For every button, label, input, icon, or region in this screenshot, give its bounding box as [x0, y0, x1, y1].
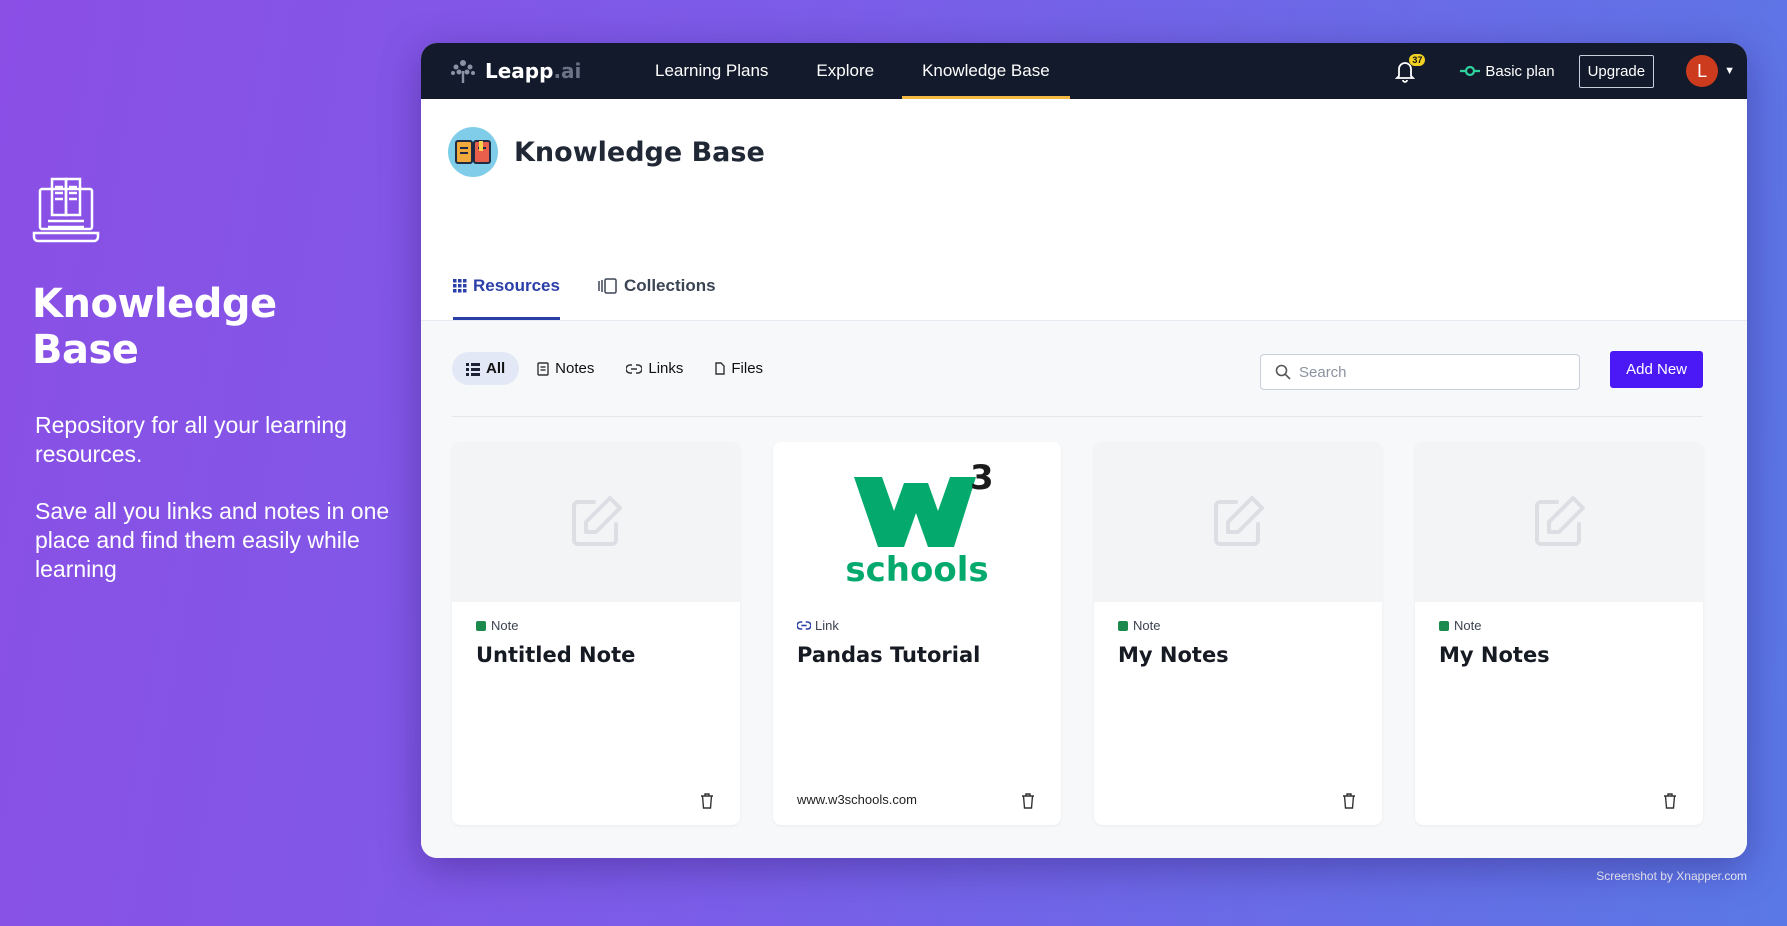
- top-navbar: Leapp.ai Learning Plans Explore Knowledg…: [421, 43, 1747, 99]
- card-type-label: Note: [1454, 618, 1482, 633]
- card-thumbnail: [1415, 442, 1703, 602]
- card-url[interactable]: www.w3schools.com: [797, 792, 917, 807]
- link-type-icon: [797, 621, 811, 630]
- card-body: Link Pandas Tutorial: [773, 602, 1061, 683]
- tab-collections[interactable]: Collections: [598, 276, 716, 320]
- card-title: My Notes: [1118, 643, 1229, 667]
- trash-icon[interactable]: [1663, 793, 1677, 809]
- main-content: All Notes Links Files Search Add New Not…: [421, 321, 1747, 858]
- notification-badge: 37: [1409, 54, 1426, 66]
- list-icon: [466, 362, 480, 376]
- filter-files-label: Files: [731, 360, 764, 377]
- plan-indicator[interactable]: Basic plan: [1459, 62, 1555, 80]
- edit-note-icon: [572, 496, 622, 546]
- card-body: Note Untitled Note: [452, 602, 740, 683]
- link-icon: [626, 363, 643, 374]
- promo-panel: Knowledge Base Repository for all your l…: [32, 175, 392, 584]
- promo-paragraph-1: Repository for all your learning resourc…: [35, 412, 347, 467]
- w3schools-logo: 3 schools: [845, 458, 992, 587]
- resource-card[interactable]: Note Untitled Note: [452, 442, 740, 825]
- upgrade-button[interactable]: Upgrade: [1578, 54, 1655, 88]
- note-type-icon: [476, 620, 486, 631]
- resource-card[interactable]: 3 schools Link Pandas Tutorial www.w3sch…: [773, 442, 1061, 825]
- resource-grid: Note Untitled Note 3 schools Link Pandas…: [452, 442, 1703, 858]
- collections-icon: [598, 278, 617, 294]
- trash-icon[interactable]: [1342, 793, 1356, 809]
- main-nav: Learning Plans Explore Knowledge Base: [635, 43, 1078, 99]
- open-book-icon: [32, 177, 100, 243]
- w3-logo-sup: 3: [970, 458, 992, 498]
- tab-resources-label: Resources: [473, 276, 560, 295]
- note-icon: [537, 361, 549, 376]
- app-window: Leapp.ai Learning Plans Explore Knowledg…: [421, 43, 1747, 858]
- page-title: Knowledge Base: [514, 136, 765, 168]
- card-type-label: Link: [815, 618, 839, 633]
- card-thumbnail: [452, 442, 740, 602]
- search-box[interactable]: [1260, 354, 1580, 390]
- filter-toolbar: All Notes Links Files Search Add New: [452, 321, 1703, 417]
- avatar[interactable]: L: [1686, 55, 1719, 87]
- plan-icon: [1460, 65, 1481, 77]
- plan-label: Basic plan: [1485, 62, 1555, 80]
- search-input[interactable]: [1299, 363, 1559, 381]
- resource-card[interactable]: Note My Notes: [1094, 442, 1382, 825]
- filter-links-label: Links: [648, 360, 684, 377]
- title-row: Knowledge Base: [448, 127, 1747, 177]
- nav-learning-plans[interactable]: Learning Plans: [635, 43, 788, 99]
- w3-logo-word: schools: [845, 550, 988, 587]
- trash-icon[interactable]: [1021, 793, 1035, 809]
- logo-suffix-text: .ai: [553, 59, 582, 83]
- tab-resources[interactable]: Resources: [453, 276, 560, 320]
- tabs: Resources Collections: [453, 276, 754, 320]
- card-type-label: Note: [491, 618, 519, 633]
- knowledge-base-icon: [448, 127, 498, 177]
- card-type-label: Note: [1133, 618, 1161, 633]
- filter-links[interactable]: Links: [612, 352, 697, 385]
- promo-paragraph-2: Save all you links and notes in one plac…: [35, 498, 390, 582]
- filter-all[interactable]: All: [452, 352, 520, 385]
- nav-explore[interactable]: Explore: [796, 43, 894, 99]
- card-type: Link: [797, 618, 1037, 633]
- promo-title: Knowledge Base: [32, 281, 277, 373]
- note-type-icon: [1118, 620, 1128, 631]
- filter-all-label: All: [486, 360, 506, 377]
- logo[interactable]: Leapp.ai: [449, 57, 619, 85]
- tree-logo-icon: [451, 60, 475, 83]
- notifications-button[interactable]: 37: [1393, 54, 1426, 84]
- grid-icon: [453, 279, 467, 293]
- search-icon: [1275, 364, 1291, 380]
- card-type: Note: [1439, 618, 1679, 633]
- note-type-icon: [1439, 620, 1449, 631]
- nav-knowledge-base[interactable]: Knowledge Base: [902, 43, 1070, 99]
- edit-note-icon: [1535, 496, 1585, 546]
- file-icon: [715, 362, 726, 375]
- tab-collections-label: Collections: [623, 276, 716, 295]
- card-title: Untitled Note: [476, 643, 636, 667]
- card-type: Note: [1118, 618, 1358, 633]
- add-new-button[interactable]: Add New: [1610, 351, 1703, 388]
- trash-icon[interactable]: [700, 793, 714, 809]
- filter-notes[interactable]: Notes: [523, 352, 608, 385]
- filter-files[interactable]: Files: [701, 352, 777, 385]
- topbar-actions: 37 Basic plan Upgrade L ▼: [1393, 43, 1747, 99]
- card-title: Pandas Tutorial: [797, 643, 981, 667]
- logo-text: Leapp.ai: [485, 59, 581, 83]
- card-title: My Notes: [1439, 643, 1550, 667]
- chevron-down-icon[interactable]: ▼: [1724, 65, 1735, 77]
- card-thumbnail: [1094, 442, 1382, 602]
- card-body: Note My Notes: [1415, 602, 1703, 683]
- screenshot-credit: Screenshot by Xnapper.com: [1596, 869, 1747, 883]
- page-header: Knowledge Base Resources Collections: [421, 99, 1747, 321]
- logo-main-text: Leapp: [485, 59, 554, 83]
- card-type: Note: [476, 618, 716, 633]
- promo-description: Repository for all your learning resourc…: [32, 411, 392, 584]
- edit-note-icon: [1214, 496, 1264, 546]
- card-thumbnail: 3 schools: [773, 442, 1061, 602]
- card-body: Note My Notes: [1094, 602, 1382, 683]
- filter-notes-label: Notes: [555, 360, 595, 377]
- book-icon: [455, 140, 491, 164]
- resource-card[interactable]: Note My Notes: [1415, 442, 1703, 825]
